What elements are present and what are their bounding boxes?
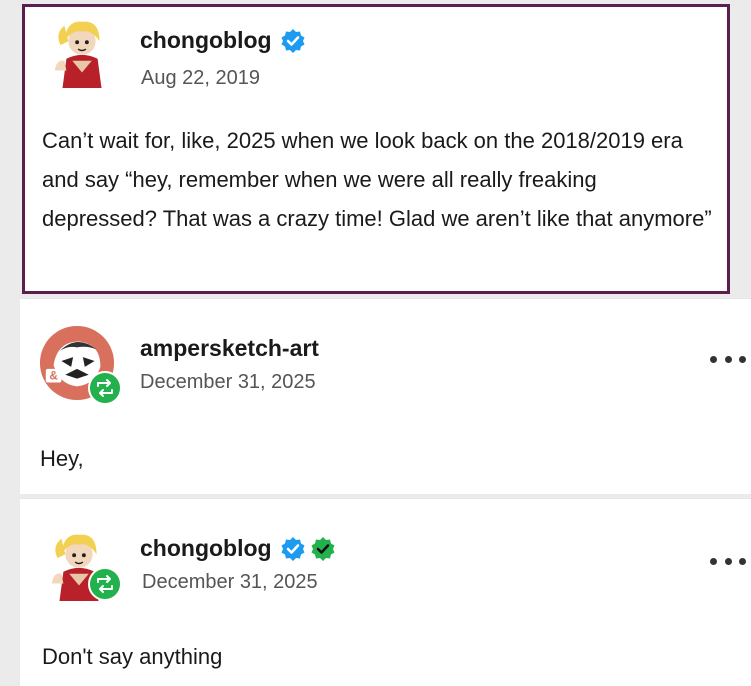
verified-green-badge-icon	[311, 536, 335, 561]
post-date: December 31, 2025	[140, 371, 316, 393]
username[interactable]: chongoblog	[140, 535, 336, 562]
avatar-letter: &	[49, 370, 58, 383]
reblog-post: chongoblog December 31, 2025 Don't say a…	[20, 498, 751, 686]
post-body: Don't say anything	[42, 644, 223, 669]
reblog-post: & ampersketch-art December 31, 2025 Hey,	[20, 298, 751, 494]
post-body: Hey,	[40, 446, 84, 471]
post-body: Can’t wait for, like, 2025 when we look …	[42, 128, 712, 231]
username[interactable]: ampersketch-art	[140, 335, 319, 362]
verified-badge-icon	[281, 536, 305, 561]
verified-badge-icon	[281, 28, 305, 53]
username[interactable]: chongoblog	[140, 27, 306, 54]
avatar-chongo-icon[interactable]	[43, 12, 121, 90]
reblog-icon	[88, 567, 122, 601]
reblog-icon	[88, 371, 122, 405]
more-options-icon[interactable]	[710, 349, 746, 369]
more-options-icon[interactable]	[710, 551, 746, 571]
post-date: Aug 22, 2019	[141, 67, 260, 89]
post-date: December 31, 2025	[142, 571, 318, 593]
quoted-post: chongoblog Aug 22, 2019 Can’t wait for, …	[22, 4, 730, 294]
